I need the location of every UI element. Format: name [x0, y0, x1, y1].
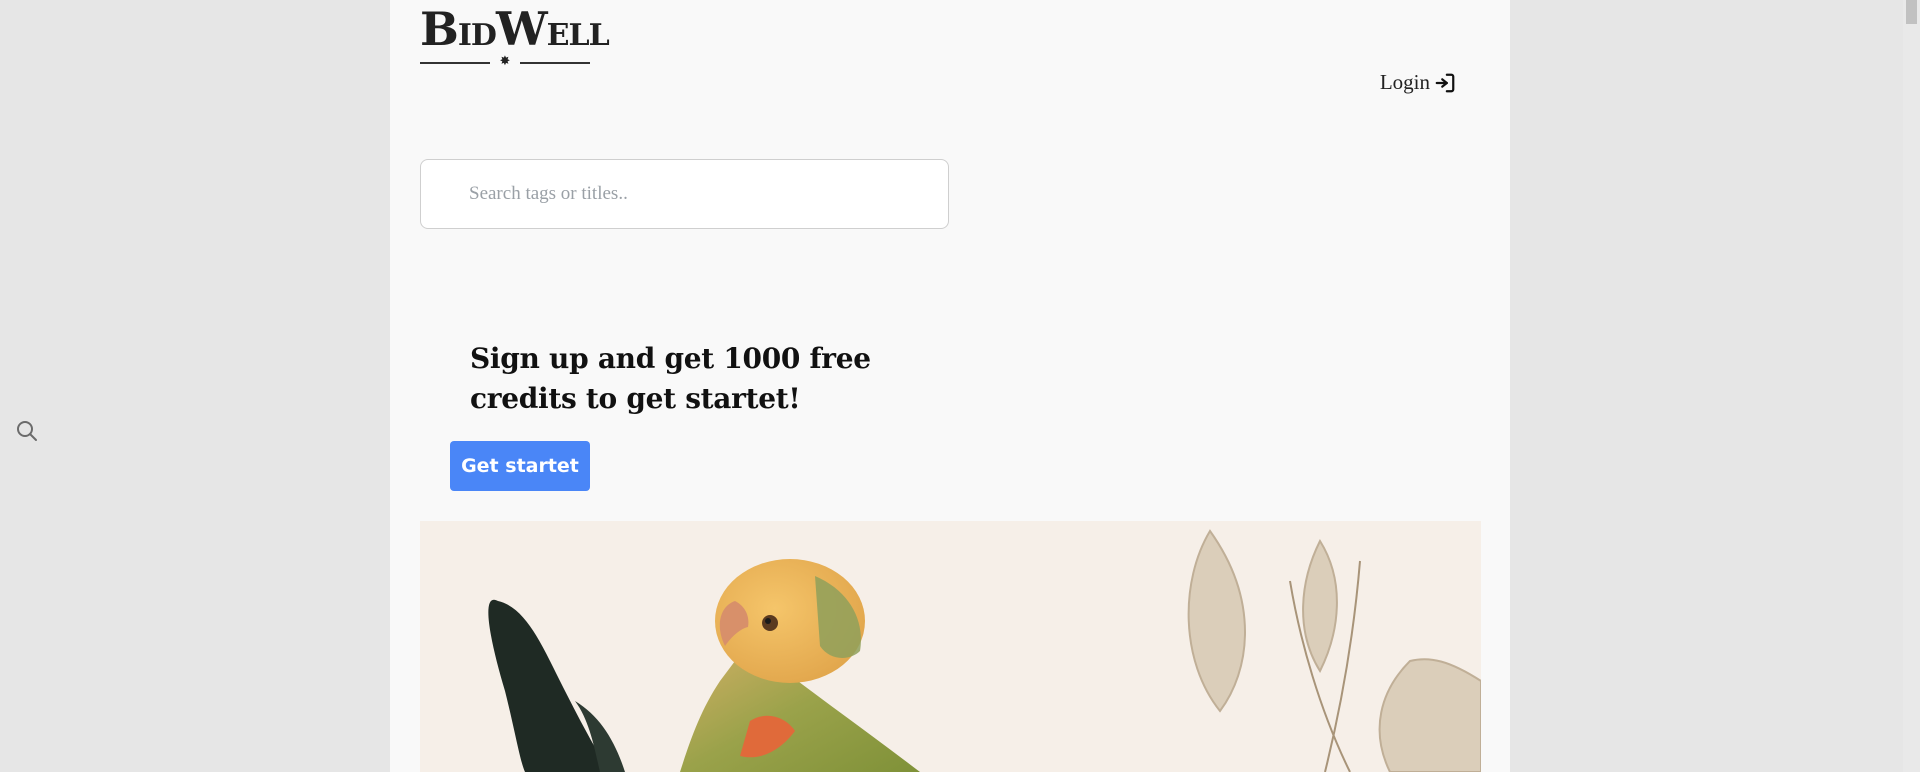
login-link[interactable]: Login [1380, 70, 1456, 95]
search-icon [17, 421, 37, 441]
login-label: Login [1379, 70, 1430, 94]
promo-headline: Sign up and get 1000 free credits to get… [470, 342, 871, 415]
parrot-illustration [420, 521, 1481, 772]
brand-logo-text: BIDWELL [420, 6, 610, 53]
logo-letters-id: ID [457, 18, 497, 53]
sidebar-search-button[interactable] [15, 419, 39, 443]
page-scrollbar[interactable] [1903, 0, 1920, 772]
sign-in-icon [1435, 73, 1455, 92]
brand-logo[interactable]: BIDWELL ✸ [420, 6, 610, 68]
main-content: BIDWELL ✸ Login Sign up and get 1000 fre… [390, 0, 1510, 772]
logo-letter-b: B [420, 2, 459, 56]
logo-rule-right [520, 62, 590, 64]
search-box [420, 159, 949, 229]
scrollbar-thumb[interactable] [1906, 0, 1917, 24]
get-started-button[interactable]: Get startet [450, 441, 590, 491]
logo-letters-ell: ELL [546, 18, 610, 53]
logo-rule-left [420, 62, 490, 64]
search-input[interactable] [469, 160, 929, 228]
hero-image [420, 521, 1481, 772]
logo-ornament: ✸ [499, 53, 511, 68]
logo-letter-w: W [495, 2, 548, 56]
